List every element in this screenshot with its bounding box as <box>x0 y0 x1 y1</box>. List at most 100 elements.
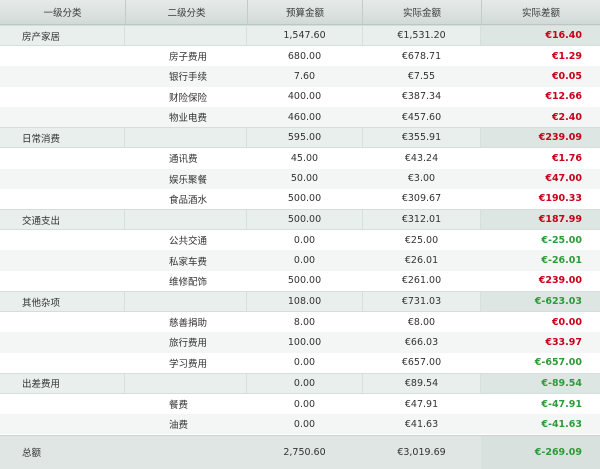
column-header-budget[interactable]: 预算金额 <box>247 0 362 24</box>
column-header-category-2[interactable]: 二级分类 <box>125 0 247 24</box>
column-header-category-1[interactable]: 一级分类 <box>0 0 125 24</box>
actual-amount-cell: €47.91 <box>404 398 439 410</box>
category-2-cell <box>125 26 247 45</box>
category-2-cell: 学习费用 <box>169 358 208 370</box>
budget-amount-cell: 45.00 <box>290 152 319 164</box>
actual-amount-cell: €43.24 <box>404 152 439 164</box>
difference-amount-cell: €16.40 <box>481 26 600 45</box>
category-2-cell: 物业电费 <box>169 113 208 125</box>
budget-amount-cell: 50.00 <box>290 173 319 185</box>
category-1-cell <box>0 107 125 127</box>
subcategory-row[interactable]: 物业电费 460.00 €457.60 €2.40 <box>0 106 600 128</box>
difference-amount-cell: €0.00 <box>551 316 582 328</box>
category-1-cell: 总额 <box>22 448 42 460</box>
difference-amount-cell: €239.00 <box>538 275 582 287</box>
category-1-cell <box>0 332 125 352</box>
category-2-cell: 慈善捐助 <box>169 318 208 330</box>
category-1-cell <box>0 312 125 332</box>
subcategory-row[interactable]: 私家车费 0.00 €26.01 €-26.01 <box>0 250 600 271</box>
category-2-cell: 银行手续 <box>169 72 208 84</box>
category-group-row[interactable]: 其他杂项 108.00 €731.03 €-623.03 <box>0 291 600 312</box>
actual-amount-cell: €387.34 <box>401 91 442 103</box>
category-1-cell: 出差费用 <box>0 373 125 393</box>
difference-amount-cell: €239.09 <box>481 128 600 148</box>
category-2-cell: 食品酒水 <box>169 194 208 206</box>
difference-amount-cell: €190.33 <box>538 193 582 205</box>
actual-amount-cell: €7.55 <box>407 70 436 82</box>
budget-amount-cell: 595.00 <box>287 132 322 144</box>
actual-amount-cell: €457.60 <box>401 111 442 123</box>
category-1-cell <box>0 230 125 250</box>
difference-amount-cell: €-623.03 <box>481 292 600 311</box>
category-1-cell <box>0 414 125 434</box>
category-2-cell: 油费 <box>169 420 189 432</box>
category-2-cell: 通讯费 <box>169 154 198 166</box>
budget-amount-cell: 460.00 <box>287 111 322 123</box>
category-1-cell: 房产家居 <box>0 26 125 45</box>
budget-amount-cell: 680.00 <box>287 50 322 62</box>
difference-amount-cell: €12.66 <box>545 91 582 103</box>
difference-amount-cell: €0.05 <box>551 70 582 82</box>
category-1-cell <box>0 46 125 66</box>
category-group-row[interactable]: 房产家居 1,547.60 €1,531.20 €16.40 <box>0 25 600 46</box>
category-2-cell: 私家车费 <box>169 256 208 268</box>
budget-amount-cell: 500.00 <box>287 275 322 287</box>
column-header-difference[interactable]: 实际差额 <box>481 0 600 24</box>
category-2-cell: 旅行费用 <box>169 338 208 350</box>
subcategory-row[interactable]: 通讯费 45.00 €43.24 €1.76 <box>0 148 600 168</box>
category-2-cell <box>125 128 247 148</box>
total-row[interactable]: 总额 2,750.60 €3,019.69 €-269.09 <box>0 434 600 469</box>
category-group-row[interactable]: 日常消费 595.00 €355.91 €239.09 <box>0 127 600 149</box>
category-1-cell: 交通支出 <box>0 210 125 230</box>
category-2-cell: 财险保险 <box>169 92 208 104</box>
budget-amount-cell: 100.00 <box>287 336 322 348</box>
category-1-cell <box>0 189 125 209</box>
actual-amount-cell: €25.00 <box>404 234 439 246</box>
budget-amount-cell: 8.00 <box>293 316 316 328</box>
category-2-cell: 维修配饰 <box>169 276 208 288</box>
budget-amount-cell: 500.00 <box>287 214 322 226</box>
actual-amount-cell: €657.00 <box>401 357 442 369</box>
category-1-cell <box>0 394 125 414</box>
difference-amount-cell: €47.00 <box>545 173 582 185</box>
difference-amount-cell: €1.29 <box>551 50 582 62</box>
category-2-cell: 公共交通 <box>169 236 208 248</box>
budget-amount-cell: 0.00 <box>293 418 316 430</box>
category-group-row[interactable]: 交通支出 500.00 €312.01 €187.99 <box>0 209 600 231</box>
budget-amount-cell: 0.00 <box>293 255 316 267</box>
subcategory-row[interactable]: 银行手续 7.60 €7.55 €0.05 <box>0 66 600 87</box>
column-header-actual[interactable]: 实际金额 <box>362 0 481 24</box>
category-1-cell <box>0 250 125 270</box>
difference-amount-cell: €-41.63 <box>541 418 582 430</box>
budget-amount-cell: 400.00 <box>287 91 322 103</box>
difference-amount-cell: €-269.09 <box>481 435 600 469</box>
actual-amount-cell: €1,531.20 <box>362 26 481 45</box>
subcategory-row[interactable]: 财险保险 400.00 €387.34 €12.66 <box>0 87 600 107</box>
difference-amount-cell: €33.97 <box>545 336 582 348</box>
actual-amount-cell: €89.54 <box>362 373 481 393</box>
subcategory-row[interactable]: 学习费用 0.00 €657.00 €-657.00 <box>0 353 600 373</box>
subcategory-row[interactable]: 餐费 0.00 €47.91 €-47.91 <box>0 394 600 414</box>
subcategory-row[interactable]: 娱乐聚餐 50.00 €3.00 €47.00 <box>0 168 600 189</box>
difference-amount-cell: €-657.00 <box>534 357 582 369</box>
actual-amount-cell: €731.03 <box>362 292 481 311</box>
subcategory-row[interactable]: 食品酒水 500.00 €309.67 €190.33 <box>0 189 600 209</box>
difference-amount-cell: €187.99 <box>481 210 600 230</box>
table-header-row: 一级分类 二级分类 预算金额 实际金额 实际差额 <box>0 0 600 25</box>
subcategory-row[interactable]: 油费 0.00 €41.63 €-41.63 <box>0 414 600 435</box>
subcategory-row[interactable]: 旅行费用 100.00 €66.03 €33.97 <box>0 332 600 353</box>
category-1-cell: 其他杂项 <box>0 292 125 311</box>
category-1-cell <box>0 353 125 373</box>
subcategory-row[interactable]: 公共交通 0.00 €25.00 €-25.00 <box>0 230 600 250</box>
actual-amount-cell: €26.01 <box>404 255 439 267</box>
category-2-cell <box>125 436 247 469</box>
actual-amount-cell: €8.00 <box>407 316 436 328</box>
difference-amount-cell: €-47.91 <box>541 398 582 410</box>
subcategory-row[interactable]: 维修配饰 500.00 €261.00 €239.00 <box>0 271 600 291</box>
subcategory-row[interactable]: 房子费用 680.00 €678.71 €1.29 <box>0 46 600 66</box>
subcategory-row[interactable]: 慈善捐助 8.00 €8.00 €0.00 <box>0 312 600 332</box>
category-1-cell <box>0 271 125 291</box>
category-group-row[interactable]: 出差费用 0.00 €89.54 €-89.54 <box>0 372 600 394</box>
category-2-cell <box>125 373 247 393</box>
difference-amount-cell: €-89.54 <box>481 373 600 393</box>
